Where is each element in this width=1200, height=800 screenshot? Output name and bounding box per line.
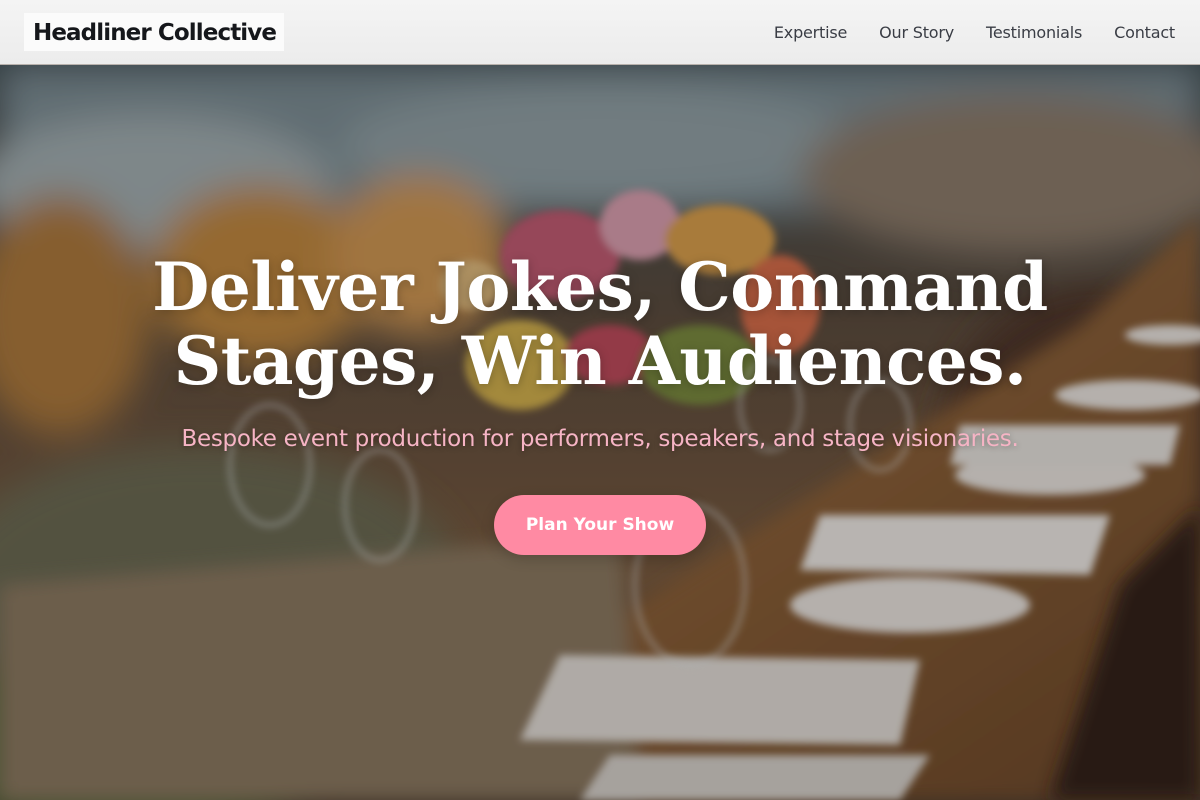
hero-headline-line-1: Deliver Jokes, Command — [152, 248, 1048, 326]
nav-link-our-story[interactable]: Our Story — [879, 23, 954, 42]
brand-logo[interactable]: Headliner Collective — [24, 13, 285, 51]
main-nav: Expertise Our Story Testimonials Contact — [774, 23, 1175, 42]
nav-link-expertise[interactable]: Expertise — [774, 23, 847, 42]
hero-subheadline: Bespoke event production for performers,… — [181, 426, 1019, 452]
plan-your-show-button[interactable]: Plan Your Show — [494, 495, 706, 555]
nav-link-testimonials[interactable]: Testimonials — [986, 23, 1082, 42]
hero-content: Deliver Jokes, Command Stages, Win Audie… — [0, 65, 1200, 800]
nav-link-contact[interactable]: Contact — [1114, 23, 1175, 42]
site-header: Headliner Collective Expertise Our Story… — [0, 0, 1200, 65]
hero-headline-line-2: Stages, Win Audiences. — [173, 322, 1027, 400]
hero-headline: Deliver Jokes, Command Stages, Win Audie… — [120, 250, 1080, 398]
hero-section: Deliver Jokes, Command Stages, Win Audie… — [0, 65, 1200, 800]
